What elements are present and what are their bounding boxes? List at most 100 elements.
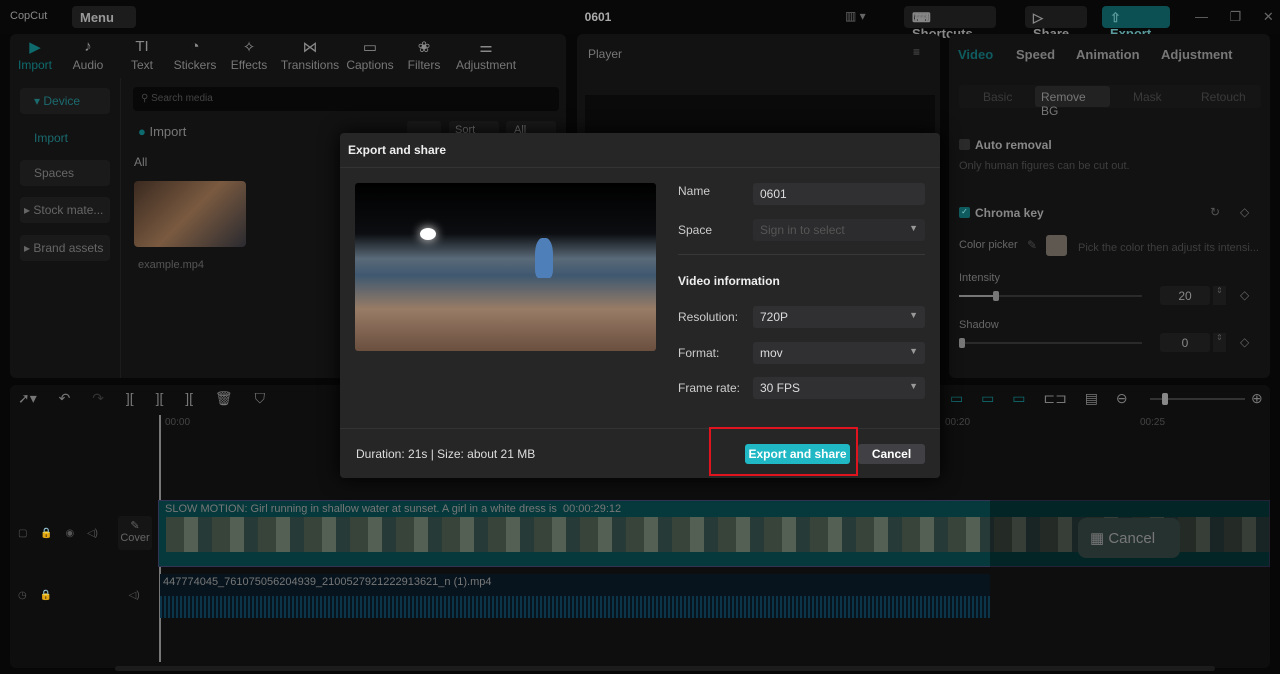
- audio-icon[interactable]: ◷: [18, 590, 27, 601]
- sun: [420, 228, 436, 240]
- tab-audio[interactable]: ♪ Audio: [58, 38, 118, 72]
- magnet-icon[interactable]: ▭: [981, 390, 994, 406]
- tab-adjustment[interactable]: ⚌ Adjustment: [456, 38, 516, 72]
- cover-button[interactable]: ✎ Cover: [118, 516, 152, 550]
- undo-icon[interactable]: ↶: [59, 390, 71, 406]
- redo-icon[interactable]: ↷: [92, 390, 104, 406]
- ruler-mark-20: 00:20: [945, 417, 971, 428]
- tab-label: Import: [17, 58, 52, 72]
- align-icon[interactable]: ⊏⊐: [1043, 390, 1066, 406]
- reset-icon[interactable]: ↻: [1210, 205, 1220, 219]
- figure: [535, 238, 553, 278]
- eye-icon[interactable]: ◉: [65, 528, 74, 539]
- marker-icon[interactable]: ⛉: [255, 390, 266, 406]
- shadow-input[interactable]: 0: [1160, 333, 1210, 352]
- tab-text[interactable]: TI Text: [112, 38, 172, 72]
- name-input[interactable]: 0601: [753, 183, 925, 205]
- clip-caption-text: SLOW MOTION: Girl running in shallow wat…: [165, 503, 557, 515]
- snap-icon[interactable]: ▭: [1012, 390, 1025, 406]
- sidebar-item-stock[interactable]: ▸ Stock mate...: [20, 197, 110, 223]
- tab-captions[interactable]: ▭ Captions: [340, 38, 400, 72]
- subtab-remove-bg[interactable]: Remove BG: [1035, 86, 1110, 118]
- shortcuts-button[interactable]: ⌨ Shortcuts: [904, 6, 996, 41]
- audio-clip-name: 447774045_761075056204939_21005279212229…: [163, 576, 492, 588]
- framerate-select[interactable]: 30 FPS ▼: [753, 377, 925, 399]
- tab-video[interactable]: Video: [958, 47, 993, 62]
- subtab-retouch[interactable]: Retouch: [1201, 90, 1246, 104]
- space-label: Space: [678, 223, 713, 237]
- search-input[interactable]: ⚲ Search media: [133, 87, 559, 111]
- intensity-input[interactable]: 20: [1160, 286, 1210, 305]
- sidebar-item-import[interactable]: Import: [20, 125, 110, 151]
- share-icon: ▷: [1033, 10, 1043, 25]
- audio-volume-icon[interactable]: ◁): [129, 590, 140, 601]
- clip-duration: 00:00:29:12: [563, 503, 622, 515]
- zoom-out-icon[interactable]: ⊖: [1116, 390, 1128, 406]
- sidebar-item-spaces[interactable]: Spaces: [20, 160, 110, 186]
- tab-filters[interactable]: ❀ Filters: [394, 38, 454, 72]
- tab-effects[interactable]: ✧ Effects: [219, 38, 279, 72]
- tab-label: Transitions: [280, 58, 340, 72]
- import-button[interactable]: ● Import: [138, 124, 186, 139]
- auto-removal-checkbox[interactable]: [959, 139, 970, 150]
- tab-speed[interactable]: Speed: [1016, 47, 1055, 62]
- sidebar-item-device[interactable]: ▾ Device: [20, 88, 110, 114]
- timeline-scrollbar[interactable]: [115, 666, 1215, 671]
- cancel-button[interactable]: Cancel: [858, 444, 925, 464]
- player-menu-icon[interactable]: ≡: [913, 45, 920, 59]
- adjustment-icon: ⚌: [479, 39, 493, 56]
- menu-button[interactable]: Menu: [72, 6, 136, 28]
- zoom-slider[interactable]: [1150, 393, 1245, 405]
- zoom-slider-thumb[interactable]: [1162, 393, 1168, 405]
- video-clip-caption: SLOW MOTION: Girl running in shallow wat…: [165, 503, 621, 515]
- split-left-icon[interactable]: ][: [156, 390, 164, 406]
- split-right-icon[interactable]: ][: [185, 390, 193, 406]
- layout-icon[interactable]: ▥ ▾: [845, 9, 866, 23]
- delete-icon[interactable]: 🗑: [215, 390, 233, 406]
- preview-icon[interactable]: ▤: [1085, 390, 1098, 406]
- export-button[interactable]: ⇧ Export: [1102, 6, 1170, 41]
- lock-icon[interactable]: 🔒: [40, 528, 52, 539]
- subtab-basic[interactable]: Basic: [983, 90, 1012, 104]
- shadow-slider[interactable]: [959, 338, 1142, 348]
- intensity-slider[interactable]: [959, 291, 1142, 301]
- tab-transitions[interactable]: ⋈ Transitions: [280, 38, 340, 72]
- tab-label: Audio: [72, 58, 104, 72]
- tab-import[interactable]: ▶ Import: [5, 38, 65, 72]
- highlight-box: [709, 427, 858, 476]
- transitions-icon: ⋈: [302, 39, 318, 56]
- subtab-mask[interactable]: Mask: [1133, 90, 1162, 104]
- chroma-key-checkbox[interactable]: ✓: [959, 207, 970, 218]
- audio-lock-icon[interactable]: 🔒: [40, 590, 52, 601]
- shadow-slider-thumb[interactable]: [959, 338, 965, 348]
- tab-animation[interactable]: Animation: [1076, 47, 1140, 62]
- intensity-keyframe-icon[interactable]: ◇: [1240, 288, 1249, 302]
- eyedropper-icon[interactable]: ✎: [1027, 238, 1037, 252]
- shadow-keyframe-icon[interactable]: ◇: [1240, 335, 1249, 349]
- split-icon[interactable]: ][: [126, 390, 134, 406]
- shadow-stepper[interactable]: ⇕: [1213, 333, 1226, 352]
- share-button[interactable]: ▷ Share: [1025, 6, 1087, 41]
- background-cancel-button[interactable]: ▦ Cancel: [1078, 518, 1180, 558]
- window-controls[interactable]: — ❐ ✕: [1195, 9, 1274, 25]
- tab-stickers[interactable]: ◔ Stickers: [165, 38, 225, 72]
- resolution-select[interactable]: 720P ▼: [753, 306, 925, 328]
- intensity-stepper[interactable]: ⇕: [1213, 286, 1226, 305]
- link-icon[interactable]: ▭: [950, 390, 963, 406]
- keyframe-icon[interactable]: ◇: [1240, 205, 1249, 219]
- space-select[interactable]: Sign in to select ▼: [753, 219, 925, 241]
- export-preview-thumbnail: [355, 183, 656, 351]
- intensity-slider-thumb[interactable]: [993, 291, 999, 301]
- select-tool-icon[interactable]: ➚▾: [18, 390, 37, 406]
- chevron-down-icon: ▼: [909, 310, 918, 320]
- media-thumbnail[interactable]: [134, 181, 246, 247]
- divider: [678, 254, 925, 255]
- zoom-in-icon[interactable]: ⊕: [1251, 390, 1263, 407]
- volume-icon[interactable]: ◁): [87, 528, 98, 539]
- tab-adjustment[interactable]: Adjustment: [1161, 47, 1233, 62]
- format-select[interactable]: mov ▼: [753, 342, 925, 364]
- track-icon[interactable]: ▢: [18, 528, 27, 539]
- resolution-label: Resolution:: [678, 310, 739, 324]
- sidebar-item-brand[interactable]: ▸ Brand assets: [20, 235, 110, 261]
- color-swatch[interactable]: [1046, 235, 1067, 256]
